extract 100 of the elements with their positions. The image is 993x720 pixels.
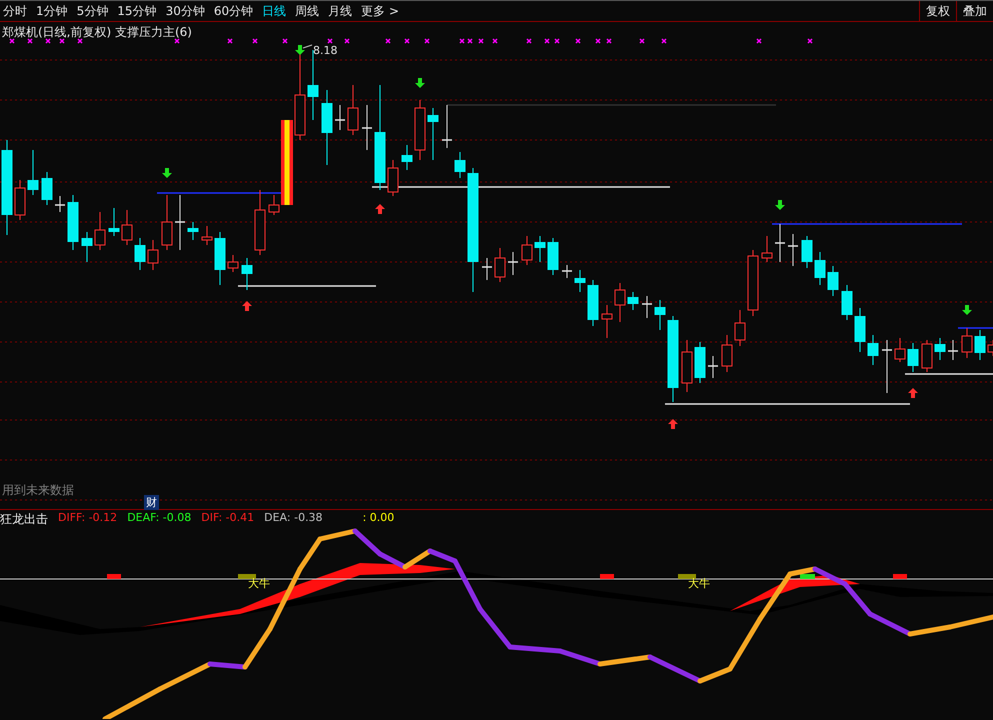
cross-marker-icon xyxy=(554,38,560,44)
candlestick xyxy=(722,334,732,372)
candlestick xyxy=(188,222,198,240)
cross-marker-icon xyxy=(492,38,498,44)
candlestick xyxy=(974,330,986,360)
candlestick xyxy=(414,100,426,160)
signal-marker xyxy=(800,574,815,579)
candlestick xyxy=(694,342,706,384)
candlestick xyxy=(228,254,238,272)
cross-marker-icon xyxy=(639,38,645,44)
timeframe-tab[interactable]: 1分钟 xyxy=(33,1,71,21)
candlestick xyxy=(802,236,812,268)
timeframe-tab[interactable]: 30分钟 xyxy=(162,1,208,21)
timeframe-tab[interactable]: 15分钟 xyxy=(114,1,160,21)
signal-marker xyxy=(238,574,256,579)
candlestick xyxy=(108,208,120,236)
cross-marker-icon xyxy=(424,38,430,44)
candlestick xyxy=(362,104,372,150)
chart-title: 郑煤机(日线,前复权) 支撑压力主(6) xyxy=(2,24,192,41)
timeframe-tab[interactable]: 分时 xyxy=(0,1,30,21)
candlestick xyxy=(762,236,772,262)
cross-marker-icon xyxy=(385,38,391,44)
cross-marker-icon xyxy=(467,38,473,44)
candlestick xyxy=(654,300,666,330)
down-arrow-icon xyxy=(162,168,172,178)
timeframe-tab[interactable]: 日线 xyxy=(259,1,290,21)
level-line xyxy=(958,327,993,329)
down-arrow-icon xyxy=(775,200,785,210)
up-arrow-icon xyxy=(908,388,918,398)
cross-marker-icon xyxy=(327,38,333,44)
candlestick xyxy=(348,84,358,136)
candlestick xyxy=(708,356,718,378)
candlestick xyxy=(948,340,958,360)
candlestick xyxy=(602,304,612,338)
cross-marker-icon xyxy=(544,38,550,44)
cross-marker-icon xyxy=(661,38,667,44)
candlestick xyxy=(868,334,878,366)
candlestick xyxy=(788,234,798,266)
cross-marker-icon xyxy=(282,38,288,44)
candlestick xyxy=(122,210,132,246)
up-arrow-icon xyxy=(242,301,252,311)
toolbar-button[interactable]: 复权 xyxy=(919,1,956,21)
cross-marker-icon xyxy=(756,38,762,44)
candlestick xyxy=(148,240,158,270)
candlestick xyxy=(562,264,572,278)
candlestick xyxy=(748,250,758,316)
cross-marker-icon xyxy=(526,38,532,44)
candlestick xyxy=(214,232,226,286)
candlestick xyxy=(682,340,692,392)
candlestick xyxy=(254,190,266,256)
candlestick xyxy=(494,248,506,282)
toolbar-button[interactable]: 叠加 xyxy=(956,1,993,21)
candlestick xyxy=(268,194,280,216)
candlestick xyxy=(934,338,946,360)
warning-text: 用到未来数据 xyxy=(2,482,74,499)
candlestick xyxy=(335,104,345,130)
candlestick xyxy=(482,258,492,280)
leader-line xyxy=(302,44,312,48)
up-arrow-icon xyxy=(375,204,385,214)
cross-marker-icon xyxy=(344,38,350,44)
timeframe-tab[interactable]: 更多 > xyxy=(358,1,402,21)
down-arrow-icon xyxy=(962,305,972,315)
candlestick xyxy=(588,280,598,326)
candlestick xyxy=(854,308,866,352)
timeframe-tab[interactable]: 周线 xyxy=(292,1,322,21)
candlestick xyxy=(534,236,546,262)
timeframe-tab[interactable]: 5分钟 xyxy=(74,1,112,21)
candlestick xyxy=(42,172,52,206)
indicator-value: DIFF: -0.12 xyxy=(58,511,118,526)
cross-marker-icon xyxy=(227,38,233,44)
signal-label: 大牛 xyxy=(688,576,710,591)
cross-marker-icon xyxy=(77,38,83,44)
candlestick xyxy=(14,180,26,220)
candlestick xyxy=(642,296,652,318)
timeframe-tab[interactable]: 月线 xyxy=(325,1,356,21)
candlestick xyxy=(442,104,452,148)
timeframe-tab[interactable]: 60分钟 xyxy=(210,1,256,21)
cross-marker-icon xyxy=(45,38,51,44)
candlestick xyxy=(775,224,785,262)
candlestick xyxy=(922,340,932,372)
cross-marker-icon xyxy=(404,38,410,44)
candlestick xyxy=(402,144,412,170)
candlestick xyxy=(574,270,586,292)
finance-badge[interactable]: 财 xyxy=(144,495,159,510)
candlestick xyxy=(134,238,146,270)
cross-marker-icon xyxy=(478,38,484,44)
candlestick xyxy=(962,328,972,358)
candlestick xyxy=(28,150,38,196)
candlestick xyxy=(522,236,532,266)
price-label: 8.18 xyxy=(313,44,338,57)
candlestick xyxy=(82,232,92,262)
signal-label: 大牛 xyxy=(248,576,270,591)
down-arrow-icon xyxy=(295,45,305,55)
signal-marker xyxy=(107,574,121,579)
candlestick xyxy=(814,252,826,286)
signal-marker xyxy=(600,574,614,579)
indicator-value: DEAF: -0.08 xyxy=(127,511,192,526)
cross-marker-icon xyxy=(9,38,15,44)
cross-marker-icon xyxy=(606,38,612,44)
cross-marker-icon xyxy=(807,38,813,44)
